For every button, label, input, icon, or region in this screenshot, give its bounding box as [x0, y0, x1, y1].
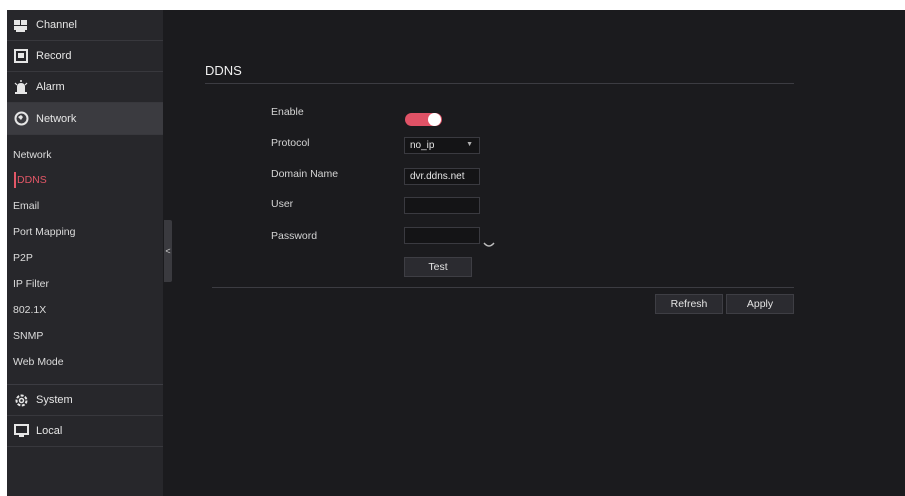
nav-network-label: Network [36, 112, 77, 125]
nav-system[interactable]: System [7, 385, 163, 416]
protocol-value: no_ip [410, 140, 435, 151]
gear-icon [13, 392, 29, 408]
subnav-p2p-label: P2P [13, 252, 33, 264]
eye-closed-icon[interactable] [483, 242, 495, 249]
subnav-email[interactable]: Email [7, 195, 163, 217]
subnav-port-mapping[interactable]: Port Mapping [7, 221, 163, 243]
refresh-button[interactable]: Refresh [655, 294, 723, 314]
apply-button[interactable]: Apply [726, 294, 794, 314]
nav-network[interactable]: Network [7, 103, 163, 135]
nav-channel[interactable]: Channel [7, 10, 163, 41]
collapse-chevron-icon: < [165, 246, 171, 256]
nav-channel-label: Channel [36, 19, 77, 31]
page-title: DDNS [205, 63, 242, 78]
app-window: Channel Record Alarm Network Network DDN… [7, 10, 905, 496]
monitor-icon [13, 423, 29, 439]
domain-name-label: Domain Name [271, 168, 339, 180]
subnav-web-mode[interactable]: Web Mode [7, 351, 163, 373]
network-icon [13, 111, 29, 127]
camera-icon [13, 17, 29, 33]
protocol-label: Protocol [271, 137, 310, 149]
subnav-p2p[interactable]: P2P [7, 247, 163, 269]
toggle-knob [428, 113, 441, 126]
enable-label: Enable [271, 106, 304, 118]
nav-record-label: Record [36, 50, 72, 62]
alarm-icon [13, 79, 29, 95]
nav-alarm-label: Alarm [36, 81, 65, 93]
password-field[interactable] [404, 227, 480, 244]
test-button[interactable]: Test [404, 257, 472, 277]
subnav-snmp[interactable]: SNMP [7, 325, 163, 347]
subnav-web-mode-label: Web Mode [13, 356, 64, 368]
sidebar: Channel Record Alarm Network Network DDN… [7, 10, 163, 496]
chevron-down-icon: ▼ [466, 141, 473, 148]
password-label: Password [271, 230, 318, 242]
subnav-email-label: Email [13, 200, 40, 212]
subnav-snmp-label: SNMP [13, 330, 44, 342]
protocol-select[interactable]: no_ip ▼ [404, 137, 480, 154]
user-field[interactable] [404, 197, 480, 214]
nav-alarm[interactable]: Alarm [7, 72, 163, 103]
subnav-ip-filter[interactable]: IP Filter [7, 273, 163, 295]
nav-record[interactable]: Record [7, 41, 163, 72]
subnav-network[interactable]: Network [7, 144, 163, 166]
subnav-port-mapping-label: Port Mapping [13, 226, 76, 238]
domain-name-field[interactable]: dvr.ddns.net [404, 168, 480, 185]
form-divider [212, 287, 794, 288]
user-label: User [271, 198, 294, 210]
sidebar-collapse-handle[interactable]: < [164, 220, 172, 282]
enable-toggle[interactable] [405, 113, 442, 126]
nav-system-label: System [36, 394, 73, 406]
subnav-8021x-label: 802.1X [13, 304, 47, 316]
title-divider [205, 83, 794, 84]
domain-name-value: dvr.ddns.net [410, 171, 465, 182]
subnav-network-label: Network [13, 149, 52, 161]
subnav-ddns-label: DDNS [17, 174, 47, 186]
subnav-8021x[interactable]: 802.1X [7, 299, 163, 321]
nav-local[interactable]: Local [7, 416, 163, 447]
subnav-ip-filter-label: IP Filter [13, 278, 49, 290]
record-icon [13, 48, 29, 64]
nav-local-label: Local [36, 425, 63, 437]
subnav-ddns[interactable]: DDNS [7, 169, 163, 191]
